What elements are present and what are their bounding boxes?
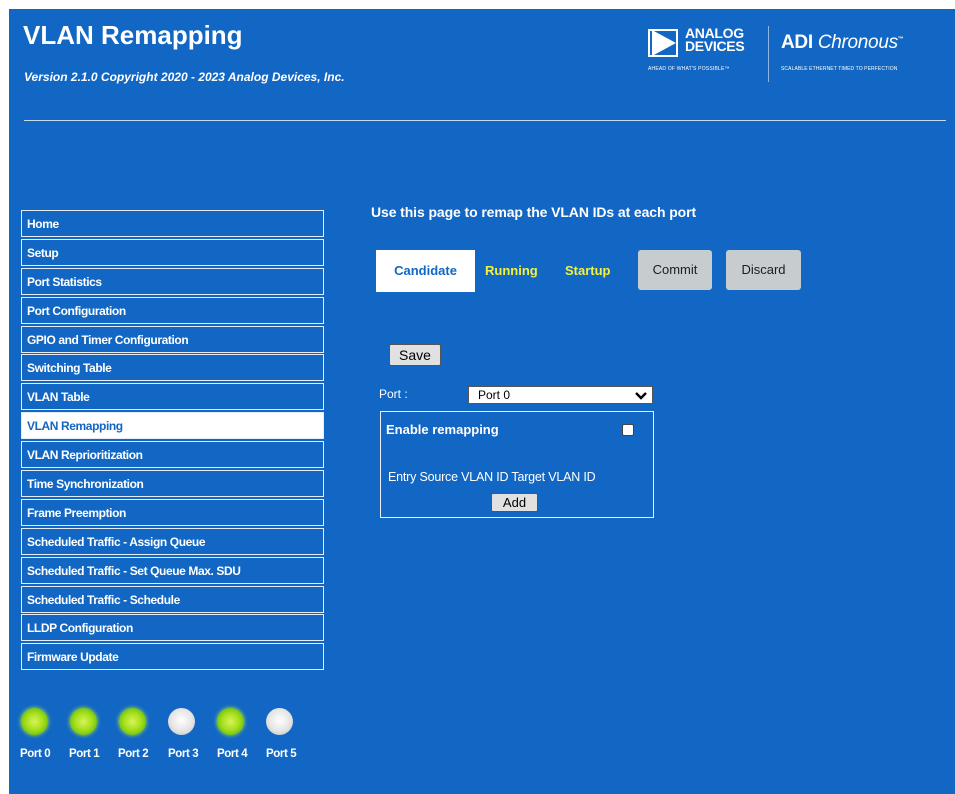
port-led-label: Port 3	[168, 748, 199, 760]
sidebar-nav: Home Setup Port Statistics Port Configurati…	[21, 210, 324, 672]
port-led-label: Port 0	[20, 748, 51, 760]
add-entry-button[interactable]: Add	[491, 493, 538, 512]
port-led-icon	[266, 708, 293, 735]
sidebar-item[interactable]: LLDP Configuration	[21, 614, 324, 642]
port-led-label: Port 1	[69, 748, 100, 760]
enable-remapping-label: Enable remapping	[386, 422, 499, 437]
analog-devices-wordmark: ANALOG DEVICES	[685, 26, 745, 54]
sidebar-item[interactable]: Port Statistics	[21, 267, 324, 295]
sidebar-item[interactable]: Time Synchronization	[21, 470, 324, 498]
chronous-tagline: SCALABLE ETHERNET TIMED TO PERFECTION	[781, 66, 898, 72]
port-led-label: Port 5	[266, 748, 297, 760]
sidebar-item[interactable]: Setup	[21, 238, 324, 266]
tab-startup[interactable]: Startup	[565, 263, 611, 278]
sidebar-item[interactable]: Scheduled Traffic - Assign Queue	[21, 527, 324, 555]
sidebar-item[interactable]: Home	[21, 210, 324, 237]
header-divider	[24, 120, 946, 121]
tab-candidate[interactable]: Candidate	[376, 250, 475, 292]
remap-table-header: Entry Source VLAN ID Target VLAN ID	[388, 470, 596, 484]
port-select-value: Port 0	[478, 388, 511, 402]
sidebar-item[interactable]: Switching Table	[21, 354, 324, 382]
enable-remapping-checkbox[interactable]	[622, 424, 634, 436]
analog-tagline: AHEAD OF WHAT'S POSSIBLE™	[648, 66, 730, 72]
sidebar-item[interactable]: Firmware Update	[21, 643, 324, 671]
port-led-icon	[217, 708, 244, 735]
logo-chronous-text: Chronous	[817, 32, 898, 53]
port-select[interactable]: Port 0	[468, 386, 653, 404]
discard-button[interactable]: Discard	[726, 250, 801, 290]
tab-running[interactable]: Running	[485, 263, 538, 278]
port-label: Port :	[379, 387, 408, 401]
port-led-icon	[168, 708, 195, 735]
page-title: VLAN Remapping	[23, 20, 243, 50]
save-button[interactable]: Save	[389, 344, 441, 366]
commit-button[interactable]: Commit	[638, 250, 712, 290]
sidebar-item[interactable]: VLAN Remapping	[21, 412, 324, 440]
port-led-label: Port 2	[118, 748, 149, 760]
logo-divider	[768, 26, 769, 82]
sidebar-item[interactable]: Port Configuration	[21, 296, 324, 324]
sidebar-item[interactable]: Frame Preemption	[21, 498, 324, 526]
sidebar-item[interactable]: VLAN Reprioritization	[21, 441, 324, 469]
sidebar-item[interactable]: Scheduled Traffic - Set Queue Max. SDU	[21, 556, 324, 584]
sidebar-item[interactable]: GPIO and Timer Configuration	[21, 325, 324, 353]
port-led-icon	[119, 708, 146, 735]
port-led-icon	[70, 708, 97, 735]
brand-logos: ANALOG DEVICES AHEAD OF WHAT'S POSSIBLE™…	[644, 26, 940, 88]
remapping-panel: Enable remapping Entry Source VLAN ID Ta…	[380, 411, 654, 518]
sidebar-item[interactable]: VLAN Table	[21, 383, 324, 411]
version-text: Version 2.1.0 Copyright 2020 - 2023 Anal…	[24, 70, 345, 84]
analog-devices-triangle-icon	[652, 30, 676, 56]
port-status-leds: Port 0 Port 1 Port 2 Port 3 Port 4 Port 5	[20, 708, 321, 768]
adi-chronous-wordmark: ADI Chronous™	[781, 32, 904, 53]
chevron-down-icon	[635, 389, 647, 405]
port-led-icon	[21, 708, 48, 735]
sidebar-item[interactable]: Scheduled Traffic - Schedule	[21, 585, 324, 613]
port-led-label: Port 4	[217, 748, 248, 760]
logo-devices-text: DEVICES	[685, 38, 745, 54]
page-heading: Use this page to remap the VLAN IDs at e…	[371, 204, 697, 220]
logo-adi-text: ADI	[781, 32, 813, 53]
